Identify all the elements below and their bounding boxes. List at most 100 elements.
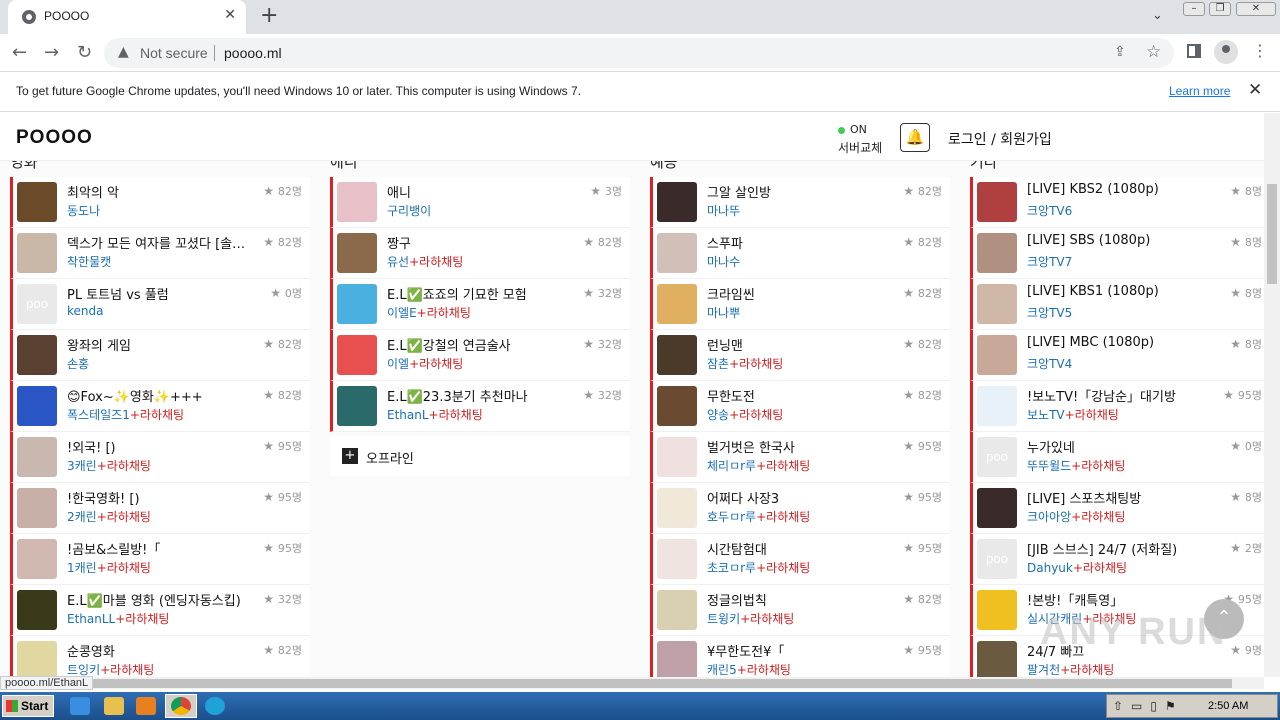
star-icon[interactable]: ★ (263, 184, 278, 198)
clock[interactable]: 2:50 AM (1208, 700, 1248, 712)
channel-row[interactable]: 짱구 유선+라하채팅 ★ 82명 (330, 228, 630, 279)
channel-row[interactable]: [LIVE] MBC (1080p) 크앙TV4 ★ 8명 (970, 330, 1264, 381)
star-icon[interactable]: ★ (1230, 541, 1245, 555)
channel-owner-name[interactable]: 유선 (387, 255, 409, 269)
kebab-menu-icon[interactable]: ⋮ (1252, 41, 1268, 60)
channel-title[interactable]: !외국! [) (67, 437, 255, 456)
channel-owner-name[interactable]: 착한물캣 (67, 255, 111, 269)
star-icon[interactable]: ★ (903, 235, 918, 249)
channel-avatar[interactable] (657, 641, 697, 677)
plus-icon[interactable]: + (342, 448, 358, 464)
channel-avatar[interactable] (17, 182, 57, 222)
channel-owner-name[interactable]: 마나수 (707, 255, 740, 269)
bell-icon[interactable]: 🔔 (900, 123, 930, 152)
channel-avatar[interactable] (657, 539, 697, 579)
channel-avatar[interactable] (657, 386, 697, 426)
star-icon[interactable]: ★ (1230, 184, 1245, 198)
channel-row[interactable]: 무한도전 양송+라하채팅 ★ 82명 (650, 381, 950, 432)
channel-row[interactable]: !외국! [) 3캐린+라하채팅 ★ 95명 (10, 432, 310, 483)
channel-owner-name[interactable]: 구리뱅이 (387, 204, 431, 218)
channel-owner-name[interactable]: 팔겨천 (1027, 663, 1060, 677)
channel-avatar[interactable] (977, 488, 1017, 528)
channel-row[interactable]: 😊Fox~✨영화✨+++ 폭스테일즈1+라하채팅 ★ 82명 (10, 381, 310, 432)
horizontal-scroll-thumb[interactable] (12, 679, 1232, 688)
channel-title[interactable]: 왕좌의 게임 (67, 335, 255, 354)
channel-title[interactable]: 짱구 (387, 233, 575, 252)
channel-avatar[interactable] (337, 233, 377, 273)
channel-row[interactable]: 그알 살인방 마나뚜 ★ 82명 (650, 177, 950, 228)
channel-owner-name[interactable]: 잠촌 (707, 357, 729, 371)
star-icon[interactable]: ★ (903, 337, 918, 351)
channel-avatar[interactable] (17, 590, 57, 630)
channel-owner-name[interactable]: 이엘E (387, 306, 417, 320)
star-icon[interactable]: ★ (1230, 337, 1245, 351)
bookmark-star-icon[interactable]: ☆ (1146, 42, 1161, 62)
channel-row[interactable]: 애니 구리뱅이 ★ 3명 (330, 177, 630, 228)
side-panel-icon[interactable] (1187, 44, 1201, 58)
star-icon[interactable]: ★ (263, 643, 278, 657)
minimize-button[interactable]: – (1183, 2, 1205, 16)
channel-avatar[interactable] (657, 233, 697, 273)
channel-row[interactable]: poo PL 토트넘 vs 풀럼 kenda ★ 0명 (10, 279, 310, 330)
tab-search-chevron-icon[interactable]: ⌄ (1152, 8, 1163, 23)
star-icon[interactable]: ★ (263, 235, 278, 249)
channel-title[interactable]: 스푸파 (707, 233, 895, 252)
channel-row[interactable]: 정글의법칙 트윙키+라하채팅 ★ 82명 (650, 585, 950, 636)
channel-avatar[interactable] (977, 335, 1017, 375)
channel-row[interactable]: 왕좌의 게임 손홍 ★ 82명 (10, 330, 310, 381)
channel-avatar[interactable] (17, 233, 57, 273)
star-icon[interactable]: ★ (1223, 388, 1238, 402)
warning-icon[interactable]: ▲ (118, 44, 129, 60)
channel-title[interactable]: 순콩영화 (67, 641, 255, 660)
channel-avatar[interactable] (17, 488, 57, 528)
channel-row[interactable]: [LIVE] SBS (1080p) 크앙TV7 ★ 8명 (970, 228, 1264, 279)
channel-owner-name[interactable]: 크앙TV4 (1027, 357, 1072, 371)
channel-row[interactable]: E.L✅강철의 연금술사 이엘+라하채팅 ★ 32명 (330, 330, 630, 381)
channel-owner-name[interactable]: 크아아앙 (1027, 510, 1071, 524)
channel-title[interactable]: E.L✅죠죠의 기묘한 모험 (387, 284, 575, 303)
channel-avatar[interactable]: poo (17, 284, 57, 324)
star-icon[interactable]: ★ (583, 286, 598, 300)
channel-owner-name[interactable]: 2캐린 (67, 510, 97, 524)
channel-avatar[interactable] (657, 335, 697, 375)
star-icon[interactable]: ★ (583, 388, 598, 402)
channel-title[interactable]: [JIB 스브스] 24/7 (저화질) (1027, 539, 1215, 558)
channel-title[interactable]: 덱스가 모든 여자를 꼬셨다 [솔로지옥2] (67, 233, 255, 252)
channel-avatar[interactable] (977, 182, 1017, 222)
star-icon[interactable]: ★ (1230, 643, 1245, 657)
channel-row[interactable]: 런닝맨 잠촌+라하채팅 ★ 82명 (650, 330, 950, 381)
channel-title[interactable]: 시간탐험대 (707, 539, 895, 558)
channel-row[interactable]: [LIVE] 스포츠채팅방 크아아앙+라하채팅 ★ 8명 (970, 483, 1264, 534)
channel-title[interactable]: 😊Fox~✨영화✨+++ (67, 386, 255, 405)
channel-title[interactable]: [LIVE] 스포츠채팅방 (1027, 488, 1215, 507)
star-icon[interactable]: ★ (903, 388, 918, 402)
share-icon[interactable]: ⇪ (1114, 44, 1126, 60)
channel-avatar[interactable] (17, 335, 57, 375)
channel-owner-name[interactable]: 3캐린 (67, 459, 97, 473)
channel-avatar[interactable] (337, 182, 377, 222)
chrome-icon[interactable] (171, 697, 191, 715)
channel-owner-name[interactable]: 마나뿌 (707, 306, 740, 320)
channel-row[interactable]: ¥무한도전¥「 캐린5+라하채팅 ★ 95명 (650, 636, 950, 677)
tray-icons[interactable]: ⇧▭▯⚑ (1113, 699, 1184, 713)
restore-button[interactable]: ❐ (1209, 2, 1231, 16)
star-icon[interactable]: ★ (263, 388, 278, 402)
channel-avatar[interactable]: poo (977, 437, 1017, 477)
channel-owner-name[interactable]: 보노TV (1027, 408, 1065, 422)
channel-owner-name[interactable]: 트잉키 (67, 663, 100, 677)
channel-row[interactable]: !곰보&스릴방!「 1캐린+라하채팅 ★ 95명 (10, 534, 310, 585)
star-icon[interactable]: ★ (263, 439, 278, 453)
channel-avatar[interactable] (17, 386, 57, 426)
star-icon[interactable]: ★ (590, 184, 605, 198)
channel-owner-name[interactable]: 호두ㅁr루 (707, 510, 756, 524)
channel-title[interactable]: ¥무한도전¥「 (707, 641, 895, 660)
media-player-icon[interactable] (136, 697, 156, 715)
star-icon[interactable]: ★ (263, 541, 278, 555)
channel-row[interactable]: E.L✅23.3분기 추천마나 EthanL+라하채팅 ★ 32명 (330, 381, 630, 432)
star-icon[interactable]: ★ (583, 235, 598, 249)
channel-avatar[interactable] (977, 386, 1017, 426)
channel-avatar[interactable] (977, 233, 1017, 273)
learn-more-link[interactable]: Learn more (1169, 84, 1230, 98)
channel-title[interactable]: 최악의 악 (67, 182, 255, 201)
channel-title[interactable]: 어쩌다 사장3 (707, 488, 895, 507)
